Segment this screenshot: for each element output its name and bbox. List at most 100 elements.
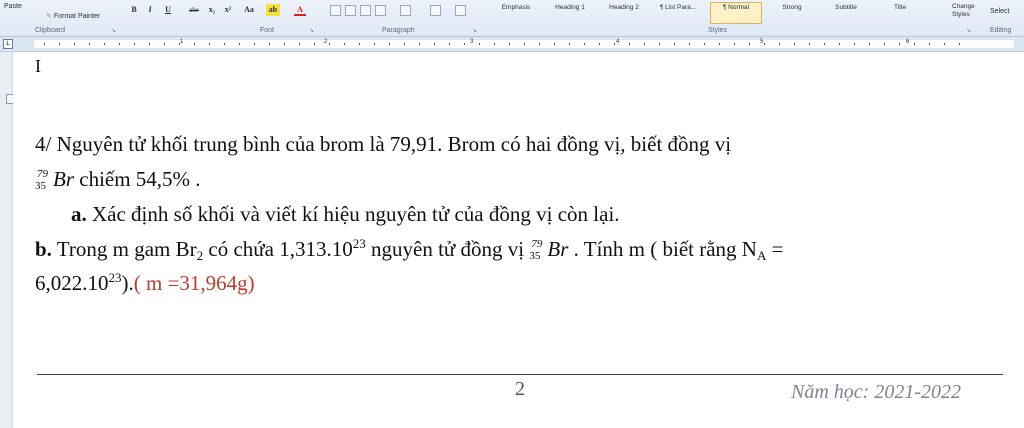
align-center-icon[interactable]	[345, 5, 356, 16]
ruler-tick	[809, 43, 810, 45]
ruler-tick	[329, 43, 330, 45]
text-cursor: I	[35, 56, 41, 76]
line-spacing-icon[interactable]	[400, 5, 411, 16]
italic-button[interactable]: I	[146, 4, 154, 16]
ruler-tick	[74, 43, 75, 45]
ruler-tick	[419, 43, 420, 45]
ruler-tick	[164, 43, 165, 45]
superscript: 23	[108, 270, 122, 285]
style-normal[interactable]: ¶ Normal	[710, 2, 762, 24]
isotope-element: Br	[547, 237, 569, 261]
change-case-button[interactable]: Aa	[242, 4, 256, 16]
ruler-tick	[104, 43, 105, 45]
font-dialog-launcher[interactable]: ↘	[309, 27, 314, 34]
ruler-tick	[299, 43, 300, 45]
ruler-tick	[314, 43, 315, 45]
ruler-number: 1	[180, 39, 184, 45]
ruler-tick	[134, 43, 135, 45]
ruler-tick	[794, 43, 795, 45]
ruler-tick	[194, 43, 195, 45]
ruler-tick	[914, 43, 915, 45]
superscript-button[interactable]: x²	[222, 4, 234, 16]
ruler-tick	[344, 43, 345, 45]
isotope-mass: 79	[531, 238, 543, 250]
ribbon: Paste ✎ Format Painter Clipboard ↘ B I U…	[0, 0, 1024, 37]
ruler-tick	[659, 43, 660, 45]
align-right-icon[interactable]	[360, 5, 371, 16]
font-color-icon[interactable]: A	[294, 4, 306, 16]
paragraph-group-label: Paragraph	[382, 27, 415, 34]
select-button[interactable]: Select	[990, 8, 1009, 15]
borders-icon[interactable]	[455, 5, 466, 16]
ruler-tick	[719, 43, 720, 45]
isotope-mass: 79	[37, 168, 48, 180]
highlight-icon[interactable]: ab	[266, 4, 280, 16]
ruler-tick	[449, 43, 450, 45]
shading-icon[interactable]	[430, 5, 441, 16]
brush-icon: ✎	[46, 13, 52, 20]
styles-group-label: Styles	[708, 27, 728, 34]
editing-group-label: Editing	[990, 27, 1012, 34]
clipboard-dialog-launcher[interactable]: ↘	[111, 27, 116, 34]
ruler-tick	[554, 43, 555, 45]
question-4b-label: b.	[35, 237, 52, 261]
format-painter-button[interactable]: ✎ Format Painter	[46, 12, 100, 20]
ruler-tick	[224, 43, 225, 45]
tab-selector-icon[interactable]: L	[3, 39, 13, 49]
ruler-tick	[479, 43, 480, 45]
question-4b-text: . Tính m ( biết rằng N	[568, 237, 757, 261]
ruler-tick	[44, 43, 45, 45]
question-4-line-1: 4/ Nguyên tử khối trung bình của brom là…	[35, 132, 731, 157]
ruler-number: 4	[616, 39, 620, 45]
question-4b-line-1: b. Trong m gam Br2 có chứa 1,313.1023 ng…	[35, 236, 783, 264]
ruler-tick	[239, 43, 240, 45]
format-painter-label: Format Painter	[53, 13, 101, 20]
style-heading-1[interactable]: Heading 1	[544, 2, 596, 24]
ruler-tick	[734, 43, 735, 45]
paragraph-dialog-launcher[interactable]: ↘	[472, 27, 477, 34]
style-subtitle[interactable]: Subtitle	[820, 2, 872, 24]
ruler-tick	[284, 43, 285, 45]
style-strong[interactable]: Strong	[766, 2, 818, 24]
isotope-symbol: 79 35	[35, 168, 53, 192]
justify-icon[interactable]	[375, 5, 386, 16]
ruler-tick	[509, 43, 510, 45]
style-emphasis[interactable]: Emphasis	[490, 2, 542, 24]
style-title[interactable]: Title	[874, 2, 926, 24]
horizontal-ruler[interactable]: L 1 2 3 4 5 6	[0, 37, 1024, 52]
document-page[interactable]: I 4/ Nguyên tử khối trung bình của brom …	[13, 52, 1024, 428]
ruler-tick	[854, 43, 855, 45]
ruler-tick	[959, 43, 960, 45]
style-heading-2[interactable]: Heading 2	[598, 2, 650, 24]
question-4a: a. Xác định số khối và viết kí hiệu nguy…	[71, 202, 620, 227]
change-styles-button[interactable]: Change Styles	[952, 3, 976, 19]
ruler-tick	[359, 43, 360, 45]
paste-button[interactable]: Paste	[4, 3, 22, 10]
strikethrough-button[interactable]: abe	[186, 4, 202, 16]
ruler-tick	[584, 43, 585, 45]
school-year: Năm học: 2021-2022	[791, 381, 961, 403]
bold-button[interactable]: B	[130, 4, 138, 16]
underline-button[interactable]: U	[164, 4, 172, 16]
ruler-tick	[494, 43, 495, 45]
question-4b-text: có chứa 1,313.10	[203, 237, 353, 261]
ruler-tick	[869, 43, 870, 45]
ruler-tick	[59, 43, 60, 45]
align-left-icon[interactable]	[330, 5, 341, 16]
style-list-paragraph[interactable]: ¶ List Para...	[652, 2, 704, 24]
ruler-tick	[704, 43, 705, 45]
ruler-tick	[374, 43, 375, 45]
ruler-number: 2	[324, 39, 328, 45]
ruler-number: 3	[470, 39, 474, 45]
ruler-tick	[569, 43, 570, 45]
isotope-number: 35	[35, 180, 46, 192]
ruler-tick	[779, 43, 780, 45]
question-4b-text: nguyên tử đồng vị	[365, 237, 530, 261]
question-4-text-cont: chiếm 54,5% .	[74, 167, 201, 191]
ruler-tick	[254, 43, 255, 45]
styles-dialog-launcher[interactable]: ↘	[966, 27, 971, 34]
subscript-button[interactable]: x₂	[206, 4, 218, 16]
ruler-tick	[389, 43, 390, 45]
vertical-ruler	[0, 52, 16, 428]
question-4b-text: Trong m gam Br	[51, 237, 197, 261]
